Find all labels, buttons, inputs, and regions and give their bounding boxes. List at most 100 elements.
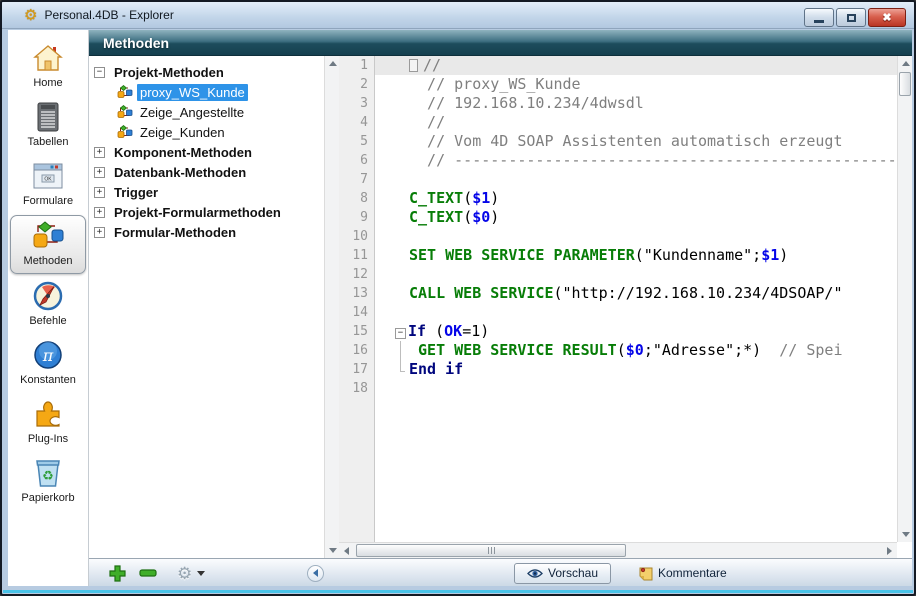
window-title: Personal.4DB - Explorer bbox=[44, 8, 173, 22]
scroll-thumb[interactable] bbox=[356, 544, 626, 557]
code-line-13[interactable]: CALL WEB SERVICE("http://192.168.10.234/… bbox=[375, 284, 897, 303]
line-number: 2 bbox=[339, 75, 368, 94]
tree-item-zeige_kunden[interactable]: Zeige_Kunden bbox=[89, 122, 323, 142]
editor-vertical-scrollbar[interactable] bbox=[897, 56, 912, 542]
line-number: 15 bbox=[339, 322, 368, 341]
sidebar-item-formulare[interactable]: OK Formulare bbox=[10, 156, 86, 213]
code-line-1[interactable]: // bbox=[375, 56, 897, 75]
code-token-com: // 192.168.10.234/4dwsdl bbox=[409, 94, 644, 112]
sidebar-item-plugins[interactable]: Plug-Ins bbox=[10, 394, 86, 451]
code-token-cmd: C_TEXT bbox=[409, 208, 463, 226]
scroll-left-icon[interactable] bbox=[339, 543, 354, 558]
code-line-14[interactable] bbox=[375, 303, 897, 322]
gear-icon: ⚙ bbox=[177, 565, 192, 582]
code-editor[interactable]: 123456789101112131415161718 // // proxy_… bbox=[339, 56, 912, 558]
expand-box-icon[interactable]: + bbox=[94, 187, 105, 198]
line-number: 7 bbox=[339, 170, 368, 189]
tree-item-projekt-methoden[interactable]: −Projekt-Methoden bbox=[89, 62, 323, 82]
collapse-panel-button[interactable] bbox=[307, 565, 324, 582]
scroll-down-icon[interactable] bbox=[325, 543, 340, 558]
code-line-9[interactable]: C_TEXT($0) bbox=[375, 208, 897, 227]
collapse-box-icon[interactable]: − bbox=[94, 67, 105, 78]
tree-item-komponent-methoden[interactable]: +Komponent-Methoden bbox=[89, 142, 323, 162]
sidebar-item-home[interactable]: Home bbox=[10, 38, 86, 95]
add-method-button[interactable] bbox=[109, 565, 126, 582]
tree-item-trigger[interactable]: +Trigger bbox=[89, 182, 323, 202]
tree-item-label: Projekt-Methoden bbox=[111, 64, 227, 81]
tree-item-label: Projekt-Formularmethoden bbox=[111, 204, 284, 221]
comments-button[interactable]: Kommentare bbox=[639, 566, 727, 581]
trash-icon: ♻ bbox=[34, 457, 62, 489]
minimize-button[interactable] bbox=[804, 8, 834, 27]
puzzle-icon bbox=[33, 398, 63, 430]
title-bar[interactable]: ⚙ Personal.4DB - Explorer ✖ bbox=[2, 2, 914, 29]
tree-item-label: Formular-Methoden bbox=[111, 224, 239, 241]
code-token-pln: ) bbox=[490, 208, 499, 226]
expand-box-icon[interactable]: + bbox=[94, 207, 105, 218]
code-line-2[interactable]: // proxy_WS_Kunde bbox=[375, 75, 897, 94]
tree-item-zeige_angestellte[interactable]: Zeige_Angestellte bbox=[89, 102, 323, 122]
section-header: Methoden bbox=[89, 30, 912, 56]
remove-method-button[interactable] bbox=[139, 569, 157, 577]
code-line-10[interactable] bbox=[375, 227, 897, 246]
code-token-cmd: SET WEB SERVICE PARAMETER bbox=[409, 246, 635, 264]
line-number: 10 bbox=[339, 227, 368, 246]
code-line-16[interactable]: GET WEB SERVICE RESULT($0;"Adresse";*) /… bbox=[375, 341, 897, 360]
scroll-right-icon[interactable] bbox=[882, 543, 897, 558]
bottom-toolbar: ⚙ Vorschau bbox=[89, 558, 912, 586]
scroll-up-icon[interactable] bbox=[898, 56, 913, 71]
code-token-com: // bbox=[409, 113, 445, 131]
plus-icon bbox=[109, 565, 126, 582]
preview-button[interactable]: Vorschau bbox=[514, 563, 611, 584]
sidebar-item-befehle[interactable]: Befehle bbox=[10, 276, 86, 333]
maximize-button[interactable] bbox=[836, 8, 866, 27]
expand-box-icon[interactable]: + bbox=[94, 227, 105, 238]
code-line-17[interactable]: End if bbox=[375, 360, 897, 379]
tree-item-datenbank-methoden[interactable]: +Datenbank-Methoden bbox=[89, 162, 323, 182]
text-caret bbox=[409, 59, 418, 72]
code-token-pln: ("Kundenname"; bbox=[635, 246, 761, 264]
chevron-down-icon bbox=[197, 571, 205, 576]
svg-text:OK: OK bbox=[44, 177, 52, 183]
tree-scrollbar[interactable] bbox=[324, 56, 339, 558]
scroll-up-icon[interactable] bbox=[325, 56, 340, 71]
code-token-com: // Vom 4D SOAP Assistenten automatisch e… bbox=[409, 132, 842, 150]
code-line-15[interactable]: −If (OK=1) bbox=[375, 322, 897, 341]
flowchart-icon bbox=[31, 220, 65, 252]
expand-box-icon[interactable]: + bbox=[94, 167, 105, 178]
sidebar-item-label: Methoden bbox=[24, 255, 73, 267]
line-number: 9 bbox=[339, 208, 368, 227]
code-token-kw: End if bbox=[409, 360, 463, 378]
tree-item-formular-methoden[interactable]: + Formular-Methoden bbox=[89, 222, 323, 242]
fold-collapse-icon[interactable]: − bbox=[395, 328, 406, 339]
line-number: 14 bbox=[339, 303, 368, 322]
expand-box-icon[interactable]: + bbox=[94, 147, 105, 158]
code-line-8[interactable]: C_TEXT($1) bbox=[375, 189, 897, 208]
code-token-pln: ) bbox=[490, 189, 499, 207]
code-line-18[interactable] bbox=[375, 379, 897, 398]
options-menu-button[interactable]: ⚙ bbox=[177, 565, 205, 582]
scroll-down-icon[interactable] bbox=[898, 527, 913, 542]
code-token-var: $0 bbox=[626, 341, 644, 359]
tree-item-projekt-formularmethoden[interactable]: + Projekt-Formularmethoden bbox=[89, 202, 323, 222]
scroll-thumb[interactable] bbox=[899, 72, 911, 96]
code-line-5[interactable]: // Vom 4D SOAP Assistenten automatisch e… bbox=[375, 132, 897, 151]
fold-guide-line bbox=[395, 341, 409, 360]
code-line-7[interactable] bbox=[375, 170, 897, 189]
line-number: 8 bbox=[339, 189, 368, 208]
sidebar-item-konstanten[interactable]: π Konstanten bbox=[10, 335, 86, 392]
editor-horizontal-scrollbar[interactable] bbox=[339, 542, 897, 558]
code-line-11[interactable]: SET WEB SERVICE PARAMETER("Kundenname";$… bbox=[375, 246, 897, 265]
code-line-3[interactable]: // 192.168.10.234/4dwsdl bbox=[375, 94, 897, 113]
explorer-window: ⚙ Personal.4DB - Explorer ✖ Home Tabelle… bbox=[0, 0, 916, 596]
sidebar-item-papierkorb[interactable]: ♻ Papierkorb bbox=[10, 453, 86, 510]
sidebar-item-methoden[interactable]: Methoden bbox=[10, 215, 86, 274]
tree-item-proxy_ws_kunde[interactable]: proxy_WS_Kunde bbox=[89, 82, 323, 102]
sidebar-item-tabellen[interactable]: Tabellen bbox=[10, 97, 86, 154]
code-token-com: // Spei bbox=[761, 341, 842, 359]
close-button[interactable]: ✖ bbox=[868, 8, 906, 27]
code-line-6[interactable]: // -------------------------------------… bbox=[375, 151, 897, 170]
code-line-12[interactable] bbox=[375, 265, 897, 284]
code-line-4[interactable]: // bbox=[375, 113, 897, 132]
code-area[interactable]: // // proxy_WS_Kunde // 192.168.10.234/4… bbox=[375, 56, 897, 542]
